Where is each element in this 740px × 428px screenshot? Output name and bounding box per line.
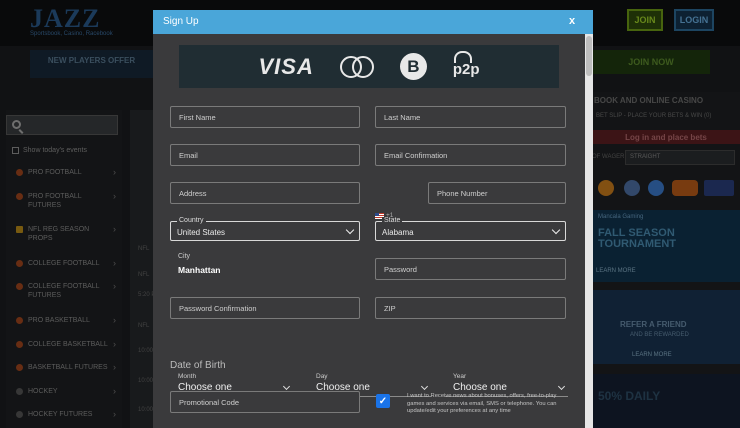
last-name-field[interactable] (375, 106, 566, 128)
email-field[interactable] (170, 144, 360, 166)
state-value: Alabama (382, 228, 414, 237)
country-value: United States (177, 228, 226, 237)
consent-text: I want to Receive news about bonuses, of… (407, 393, 557, 415)
address-input[interactable] (171, 183, 359, 204)
email-confirmation-field[interactable] (375, 144, 566, 166)
visa-logo: VISA (258, 53, 314, 79)
state-select[interactable]: State Alabama (375, 217, 566, 241)
promotional-code-input[interactable] (171, 392, 359, 413)
city-value[interactable]: Manhattan (178, 265, 221, 275)
password-confirmation-input[interactable] (171, 298, 359, 319)
modal-header: Sign Up x (153, 10, 593, 34)
first-name-field[interactable] (170, 106, 360, 128)
mastercard-logo (339, 55, 374, 78)
scrollbar-thumb[interactable] (586, 36, 592, 76)
zip-field[interactable] (375, 297, 566, 319)
email-confirmation-input[interactable] (376, 145, 565, 166)
payment-methods-banner: VISA B p2p (179, 45, 559, 88)
country-label: Country (177, 217, 206, 225)
promotional-code-field[interactable] (170, 391, 360, 413)
chevron-down-icon (551, 225, 561, 235)
chevron-down-icon (345, 225, 355, 235)
modal-title: Sign Up (163, 16, 199, 27)
first-name-input[interactable] (171, 107, 359, 128)
city-field[interactable]: City Manhattan (170, 253, 360, 275)
zip-input[interactable] (376, 298, 565, 319)
consent-checkbox[interactable]: ✓ (376, 394, 390, 408)
state-label: State (382, 217, 403, 225)
phone-number-input[interactable] (429, 183, 565, 204)
password-field[interactable] (375, 258, 566, 280)
modal-scrollbar[interactable] (585, 34, 593, 428)
signup-modal: Sign Up x VISA B p2p +1 Country United S… (153, 10, 593, 428)
country-select[interactable]: Country United States (170, 217, 360, 241)
email-input[interactable] (171, 145, 359, 166)
city-label: City (178, 253, 191, 260)
phone-number-field[interactable] (428, 182, 566, 204)
address-field[interactable] (170, 182, 360, 204)
checkmark-icon: ✓ (378, 395, 388, 407)
chevron-down-icon (282, 382, 291, 391)
bitcoin-logo: B (399, 53, 427, 80)
p2p-logo: p2p (453, 51, 480, 78)
password-input[interactable] (376, 259, 565, 280)
password-confirmation-field[interactable] (170, 297, 360, 319)
last-name-input[interactable] (376, 107, 565, 128)
chevron-down-icon (420, 382, 429, 391)
chevron-down-icon (557, 382, 566, 391)
modal-body: VISA B p2p +1 Country United States Stat… (153, 34, 585, 428)
date-of-birth-title: Date of Birth (170, 360, 226, 371)
close-icon[interactable]: x (569, 15, 575, 27)
